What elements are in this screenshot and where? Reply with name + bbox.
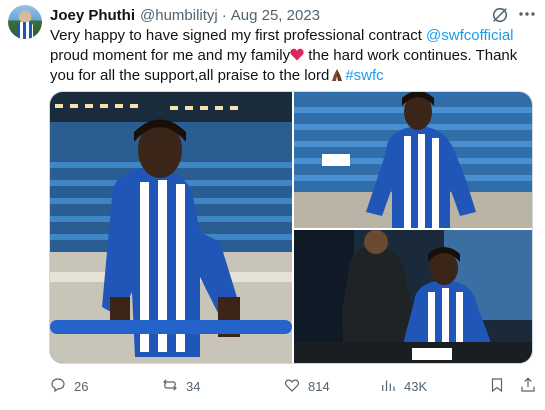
like-icon xyxy=(283,376,308,397)
author-handle[interactable]: @humbilityj xyxy=(140,7,218,24)
media-image-main[interactable] xyxy=(50,92,292,363)
reply-icon xyxy=(49,376,74,397)
repost-icon xyxy=(161,376,186,397)
media-image-top-right[interactable] xyxy=(294,92,532,228)
bookmark-button[interactable] xyxy=(488,376,506,396)
tweet-date[interactable]: Aug 25, 2023 xyxy=(231,7,320,24)
separator-dot: · xyxy=(221,6,227,24)
like-button[interactable]: 814 xyxy=(283,376,330,396)
views-icon xyxy=(379,376,404,397)
share-button[interactable] xyxy=(519,376,537,396)
hashtag-link[interactable]: #swfc xyxy=(345,67,383,84)
tweet-header: Joey Phuthi @humbilityj · Aug 25, 2023 xyxy=(50,6,320,24)
views-button[interactable]: 43K xyxy=(379,376,427,396)
media-image-bottom-right[interactable] xyxy=(294,230,532,363)
repost-count: 34 xyxy=(186,378,201,394)
reply-count: 26 xyxy=(74,378,89,394)
author-avatar[interactable] xyxy=(8,5,42,39)
tweet-text: Very happy to have signed my first profe… xyxy=(50,26,540,86)
repost-button[interactable]: 34 xyxy=(161,376,200,396)
red-heart-emoji-icon xyxy=(290,47,304,61)
tweet-text-part2: proud moment for me and my family xyxy=(50,47,291,64)
mention-link[interactable]: @swfcofficial xyxy=(426,27,513,44)
action-bar: 26 34 814 43K xyxy=(49,376,537,396)
share-icon xyxy=(519,376,537,397)
folded-hands-emoji-icon xyxy=(329,68,345,82)
media-grid xyxy=(49,91,533,364)
reply-button[interactable]: 26 xyxy=(49,376,88,396)
author-name[interactable]: Joey Phuthi xyxy=(50,7,135,24)
tweet-text-part1: Very happy to have signed my first profe… xyxy=(50,27,427,44)
like-count: 814 xyxy=(308,378,330,394)
grok-icon[interactable] xyxy=(491,6,509,24)
bookmark-icon xyxy=(488,376,506,397)
views-count: 43K xyxy=(404,378,428,394)
more-icon[interactable] xyxy=(517,4,537,24)
